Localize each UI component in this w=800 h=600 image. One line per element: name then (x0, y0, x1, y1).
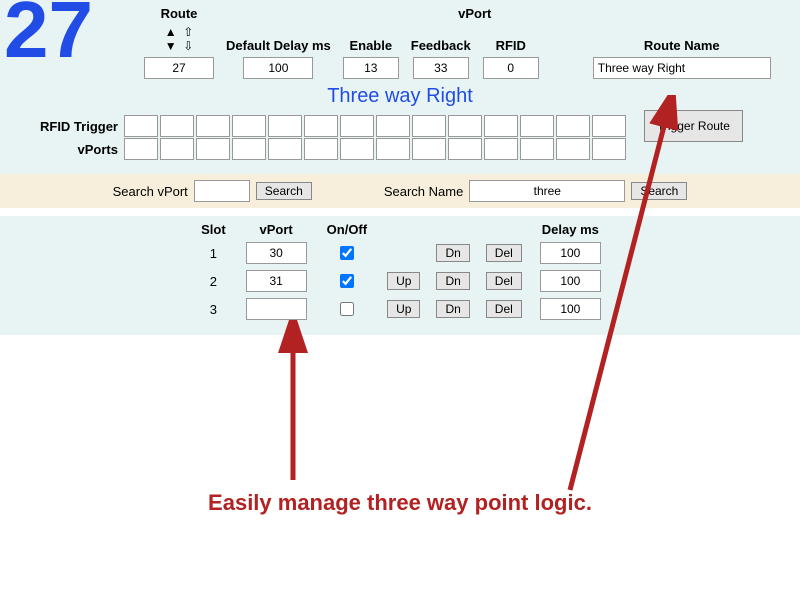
search-name-label: Search Name (384, 184, 463, 199)
vports-cell[interactable] (304, 138, 338, 160)
slot-number: 1 (189, 239, 238, 267)
vport-header: vPort (238, 220, 315, 239)
trigger-route-button[interactable]: Trigger Route (644, 110, 743, 142)
vports-cell[interactable] (160, 138, 194, 160)
route-name-input[interactable] (593, 57, 771, 79)
slot-onoff-checkbox[interactable] (340, 274, 354, 288)
table-row: 2 Up Dn Del (189, 267, 611, 295)
slot-header: Slot (189, 220, 238, 239)
rfid-trigger-cell[interactable] (376, 115, 410, 137)
rfid-trigger-cell[interactable] (340, 115, 374, 137)
search-bar: Search vPort Search Search Name Search (0, 174, 800, 208)
annotation-caption: Easily manage three way point logic. (0, 490, 800, 516)
vports-cell[interactable] (376, 138, 410, 160)
slot-up-button[interactable]: Up (387, 300, 420, 318)
route-name-label: Route Name (587, 23, 777, 55)
rfid-trigger-cell[interactable] (232, 115, 266, 137)
rfid-trigger-cell[interactable] (412, 115, 446, 137)
rfid-trigger-cell[interactable] (556, 115, 590, 137)
search-name-input[interactable] (469, 180, 625, 202)
feedback-input[interactable] (413, 57, 469, 79)
vports-cell[interactable] (520, 138, 554, 160)
enable-label: Enable (337, 23, 405, 55)
vports-cell[interactable] (448, 138, 482, 160)
slot-del-button[interactable]: Del (486, 244, 522, 262)
rfid-label: RFID (477, 23, 545, 55)
slot-dn-button[interactable]: Dn (436, 272, 469, 290)
search-vport-input[interactable] (194, 180, 250, 202)
vports-cell[interactable] (232, 138, 266, 160)
slots-panel: Slot vPort On/Off Delay ms 1 Dn Del 2 Up Dn De… (0, 216, 800, 335)
onoff-header: On/Off (315, 220, 379, 239)
vports-label: vPorts (8, 142, 124, 157)
annotation-arrow-icon (278, 320, 308, 490)
route-up-down-arrows[interactable]: ▲ ⇧▼ ⇩ (138, 23, 220, 55)
slot-vport-input[interactable] (246, 242, 307, 264)
rfid-trigger-label: RFID Trigger (8, 119, 124, 134)
default-delay-input[interactable] (243, 57, 313, 79)
rfid-trigger-cell[interactable] (196, 115, 230, 137)
search-name-button[interactable]: Search (631, 182, 687, 200)
rfid-trigger-cell[interactable] (124, 115, 158, 137)
default-delay-label: Default Delay ms (220, 23, 337, 55)
slots-table: Slot vPort On/Off Delay ms 1 Dn Del 2 Up Dn De… (189, 220, 611, 323)
rfid-trigger-cell[interactable] (304, 115, 338, 137)
search-vport-label: Search vPort (113, 184, 188, 199)
slot-up-button[interactable]: Up (387, 272, 420, 290)
slot-del-button[interactable]: Del (486, 300, 522, 318)
table-row: 1 Dn Del (189, 239, 611, 267)
header-block: Route vPort ▲ ⇧▼ ⇩ Default Delay ms Enab… (138, 4, 792, 81)
route-number-large: 27 (4, 0, 93, 70)
slot-number: 3 (189, 295, 238, 323)
slot-delay-input[interactable] (540, 298, 601, 320)
route-editor-panel: 27 Route vPort ▲ ⇧▼ ⇩ Default Delay ms E… (0, 0, 800, 174)
slot-dn-button[interactable]: Dn (436, 244, 469, 262)
rfid-trigger-cell[interactable] (160, 115, 194, 137)
slot-number: 2 (189, 267, 238, 295)
route-label: Route (138, 4, 220, 23)
vports-cell[interactable] (412, 138, 446, 160)
vports-cell[interactable] (268, 138, 302, 160)
slot-onoff-checkbox[interactable] (340, 302, 354, 316)
delay-header: Delay ms (530, 220, 611, 239)
slot-delay-input[interactable] (540, 242, 601, 264)
rfid-trigger-cell[interactable] (448, 115, 482, 137)
rfid-trigger-cell[interactable] (520, 115, 554, 137)
route-title: Three way Right (8, 85, 792, 108)
rfid-trigger-cell[interactable] (268, 115, 302, 137)
rfid-input[interactable] (483, 57, 539, 79)
slot-dn-button[interactable]: Dn (436, 300, 469, 318)
vports-cell[interactable] (124, 138, 158, 160)
route-input[interactable] (144, 57, 214, 79)
vports-cell[interactable] (556, 138, 590, 160)
vport-group-label: vPort (405, 4, 545, 23)
search-vport-button[interactable]: Search (256, 182, 312, 200)
feedback-label: Feedback (405, 23, 477, 55)
slot-vport-input[interactable] (246, 270, 307, 292)
vports-cell[interactable] (196, 138, 230, 160)
vports-cell[interactable] (340, 138, 374, 160)
slot-onoff-checkbox[interactable] (340, 246, 354, 260)
slot-del-button[interactable]: Del (486, 272, 522, 290)
table-row: 3 Up Dn Del (189, 295, 611, 323)
enable-input[interactable] (343, 57, 399, 79)
slot-delay-input[interactable] (540, 270, 601, 292)
rfid-trigger-cell[interactable] (484, 115, 518, 137)
header-table: Route vPort ▲ ⇧▼ ⇩ Default Delay ms Enab… (138, 4, 777, 81)
vports-cell[interactable] (592, 138, 626, 160)
slot-vport-input[interactable] (246, 298, 307, 320)
vports-cell[interactable] (484, 138, 518, 160)
rfid-trigger-cell[interactable] (592, 115, 626, 137)
